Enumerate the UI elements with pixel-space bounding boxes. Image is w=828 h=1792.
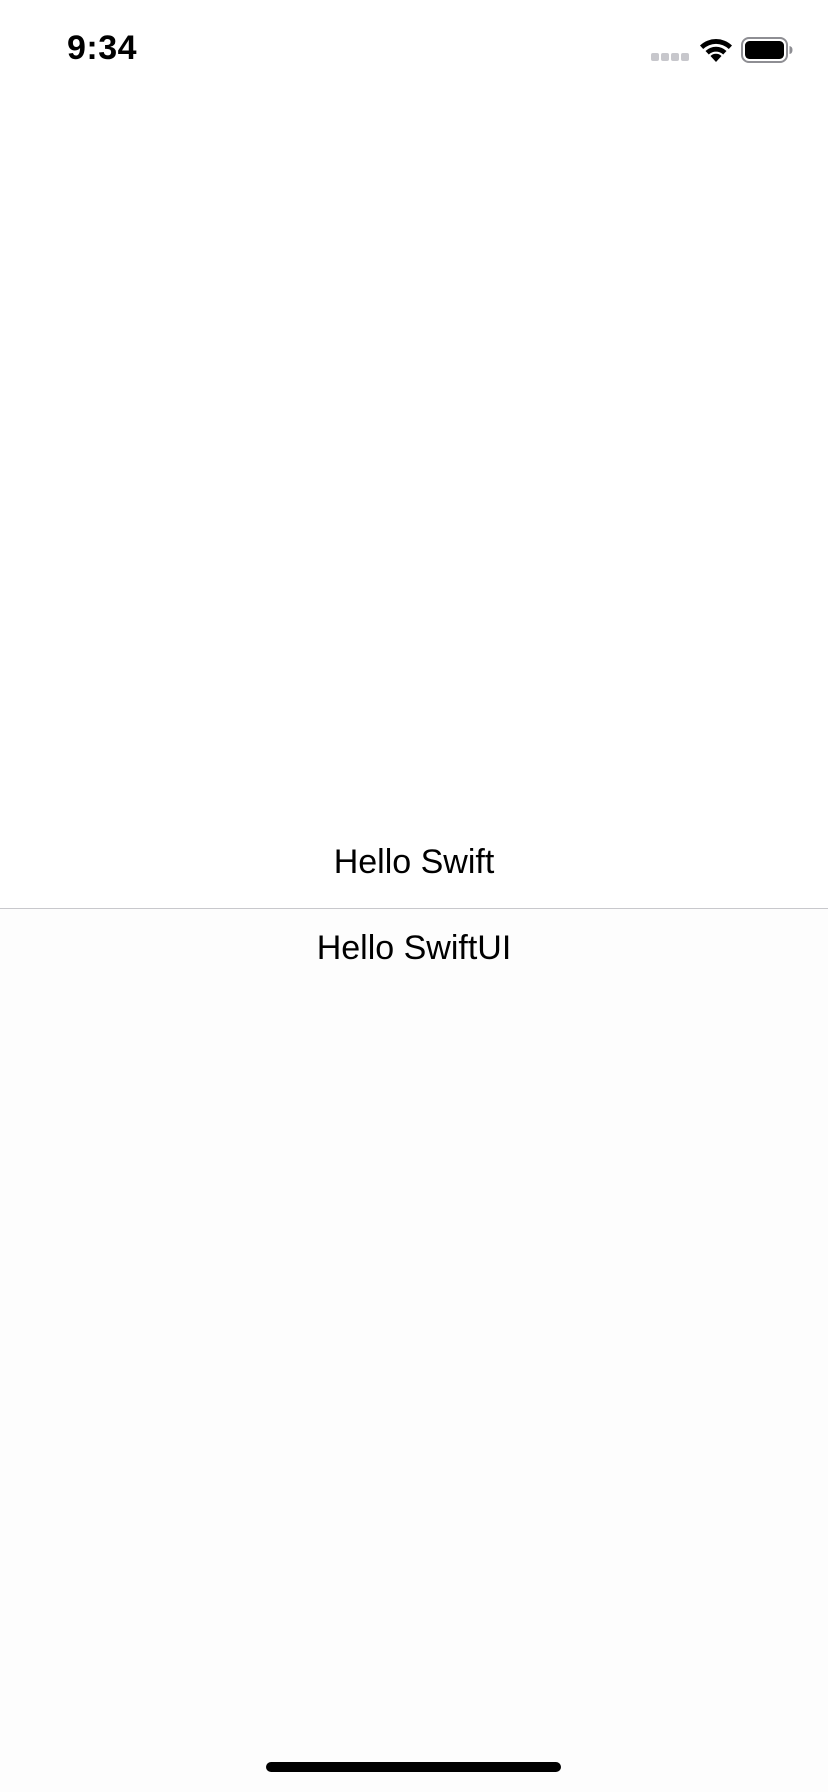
lower-background — [0, 909, 828, 1792]
status-bar: 9:34 — [0, 0, 828, 100]
app-screen: 9:34 Hello Swift Hello SwiftUI — [0, 0, 828, 1792]
hello-swift-text: Hello Swift — [333, 843, 495, 881]
status-time: 9:34 — [67, 29, 138, 67]
wifi-icon — [700, 39, 732, 62]
battery-icon — [741, 37, 793, 63]
divider — [0, 908, 828, 909]
hello-swiftui-text: Hello SwiftUI — [316, 929, 512, 967]
cellular-signal-icon — [651, 53, 689, 61]
home-indicator[interactable] — [266, 1762, 561, 1772]
